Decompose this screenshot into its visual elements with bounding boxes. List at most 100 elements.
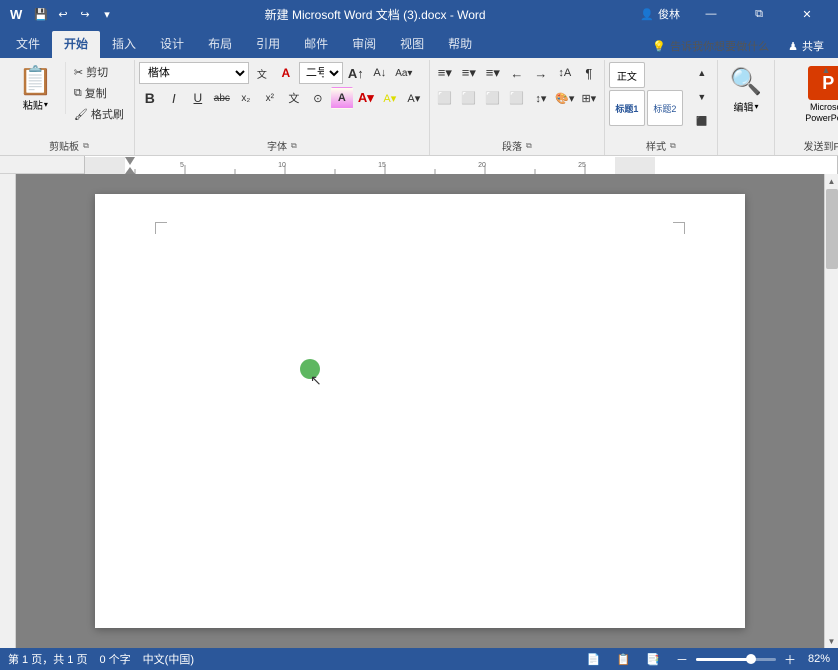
font-grow-icon[interactable]: A↑ bbox=[345, 62, 367, 84]
zoom-handle[interactable] bbox=[746, 654, 756, 664]
redo-qa-btn[interactable]: ↪ bbox=[76, 5, 94, 23]
restore-button[interactable]: ⧉ bbox=[736, 0, 782, 28]
editing-group: 🔍 编辑 ▾ bbox=[718, 60, 775, 155]
tab-design[interactable]: 设计 bbox=[148, 31, 196, 58]
align-right-button[interactable]: ⬜ bbox=[482, 87, 504, 109]
subscript-button[interactable]: x₂ bbox=[235, 87, 257, 109]
italic-button[interactable]: I bbox=[163, 87, 185, 109]
undo-qa-btn[interactable]: ↩ bbox=[54, 5, 72, 23]
scroll-track[interactable] bbox=[825, 188, 838, 634]
tab-home[interactable]: 开始 bbox=[52, 31, 100, 58]
font-clear-icon[interactable]: 文 bbox=[251, 62, 273, 84]
save-qa-btn[interactable]: 💾 bbox=[32, 5, 50, 23]
font-expand-icon[interactable]: ⧉ bbox=[291, 141, 297, 151]
tab-insert[interactable]: 插入 bbox=[100, 31, 148, 58]
user-name: 俊林 bbox=[658, 6, 680, 22]
copy-button[interactable]: ⧉ 复制 bbox=[70, 83, 128, 103]
styles-down-icon[interactable]: ▼ bbox=[691, 86, 713, 108]
show-marks-button[interactable]: ¶ bbox=[578, 62, 600, 84]
underline-button[interactable]: U bbox=[187, 87, 209, 109]
tab-layout[interactable]: 布局 bbox=[196, 31, 244, 58]
para-expand-icon[interactable]: ⧉ bbox=[526, 141, 532, 151]
svg-text:5: 5 bbox=[180, 162, 184, 169]
font-family-select[interactable]: 楷体 bbox=[139, 62, 249, 84]
superscript-button[interactable]: x² bbox=[259, 87, 281, 109]
scroll-down-button[interactable]: ▼ bbox=[825, 634, 838, 648]
styles-expand-icon[interactable]: ⧉ bbox=[670, 141, 676, 151]
style-heading1[interactable]: 标题1 bbox=[609, 90, 645, 126]
document-page[interactable]: ↖ bbox=[95, 194, 745, 628]
scroll-thumb[interactable] bbox=[826, 189, 838, 269]
tab-mailings[interactable]: 邮件 bbox=[292, 31, 340, 58]
shading-button[interactable]: A▾ bbox=[403, 87, 425, 109]
paste-button[interactable]: 📋 粘贴 ▾ bbox=[10, 62, 61, 114]
align-left-button[interactable]: ⬜ bbox=[434, 87, 456, 109]
ppt-group-label-text: 发送到PPT bbox=[803, 138, 838, 153]
tell-me-box[interactable]: 💡 告诉我你想要做什么 bbox=[643, 35, 778, 57]
view-web-button[interactable]: 📋 bbox=[613, 653, 635, 666]
tab-references[interactable]: 引用 bbox=[244, 31, 292, 58]
borders-button[interactable]: ⊞▾ bbox=[578, 87, 600, 109]
strikethrough-button[interactable]: abc bbox=[211, 87, 233, 109]
user-button[interactable]: 👤 俊林 bbox=[634, 6, 686, 22]
styles-gallery: 正文 标题1 标题2 bbox=[609, 62, 689, 126]
close-button[interactable]: ✕ bbox=[784, 0, 830, 28]
format-paint-button[interactable]: 🖌 格式刷 bbox=[70, 104, 128, 124]
zoom-track[interactable] bbox=[696, 658, 776, 661]
ribbon-collapse-icon[interactable]: ▲ bbox=[818, 62, 834, 78]
multilevel-button[interactable]: ≡▾ bbox=[482, 62, 504, 84]
scroll-up-button[interactable]: ▲ bbox=[825, 174, 838, 188]
phonetic-button[interactable]: 文 bbox=[283, 87, 305, 109]
font-shrink-icon[interactable]: A↓ bbox=[369, 62, 391, 84]
document-area[interactable]: ↖ bbox=[16, 174, 824, 648]
tab-help[interactable]: 帮助 bbox=[436, 31, 484, 58]
ruler-svg: 5 10 15 20 25 bbox=[85, 157, 655, 174]
line-spacing-button[interactable]: ↕▾ bbox=[530, 87, 552, 109]
decrease-indent-button[interactable]: ← bbox=[506, 62, 528, 84]
editing-button[interactable]: 🔍 编辑 ▾ bbox=[722, 62, 770, 118]
share-button[interactable]: ♟ 共享 bbox=[778, 34, 834, 58]
customize-qa-btn[interactable]: ▾ bbox=[98, 5, 116, 23]
justify-button[interactable]: ⬜ bbox=[506, 87, 528, 109]
title-bar-left: W 💾 ↩ ↪ ▾ bbox=[8, 5, 116, 23]
encircle-button[interactable]: ⊙ bbox=[307, 87, 329, 109]
view-read-button[interactable]: 📑 bbox=[642, 653, 664, 666]
page-corner-tl bbox=[155, 222, 167, 234]
zoom-in-button[interactable]: ＋ bbox=[780, 651, 800, 668]
styles-up-icon[interactable]: ▲ bbox=[691, 62, 713, 84]
sort-button[interactable]: ↕A bbox=[554, 62, 576, 84]
text-highlight-button[interactable]: A▾ bbox=[379, 87, 401, 109]
font-size-select[interactable]: 二号 bbox=[299, 62, 343, 84]
tab-file[interactable]: 文件 bbox=[4, 31, 52, 58]
style-heading2[interactable]: 标题2 bbox=[647, 90, 683, 126]
shade-button[interactable]: 🎨▾ bbox=[554, 87, 576, 109]
font-clearformat-icon[interactable]: A bbox=[275, 62, 297, 84]
highlight-button[interactable]: A bbox=[331, 87, 353, 109]
increase-indent-button[interactable]: → bbox=[530, 62, 552, 84]
cut-label: 剪切 bbox=[86, 64, 108, 80]
tab-view[interactable]: 视图 bbox=[388, 31, 436, 58]
view-print-button[interactable]: 📄 bbox=[583, 653, 605, 666]
align-center-button[interactable]: ⬜ bbox=[458, 87, 480, 109]
clipboard-expand-icon[interactable]: ⧉ bbox=[83, 141, 89, 151]
bullets-button[interactable]: ≡▾ bbox=[434, 62, 456, 84]
share-icon: ♟ bbox=[788, 40, 798, 53]
font-row-1: 楷体 文 A 二号 A↑ A↓ Aa▾ bbox=[139, 62, 415, 84]
numbering-button[interactable]: ≡▾ bbox=[458, 62, 480, 84]
ribbon-tabs: 文件 开始 插入 设计 布局 引用 邮件 审阅 视图 帮助 💡 告诉我你想要做什… bbox=[0, 28, 838, 58]
window-title: 新建 Microsoft Word 文档 (3).docx - Word bbox=[116, 6, 634, 23]
styles-more-icon[interactable]: ⬛ bbox=[691, 110, 713, 132]
clipboard-group: 📋 粘贴 ▾ ✂ 剪切 ⧉ 复制 🖌 格式刷 bbox=[4, 60, 135, 155]
font-case-icon[interactable]: Aa▾ bbox=[393, 62, 415, 84]
tab-review[interactable]: 审阅 bbox=[340, 31, 388, 58]
zoom-level[interactable]: 82% bbox=[808, 653, 830, 665]
bold-button[interactable]: B bbox=[139, 87, 161, 109]
clipboard-label-text: 剪贴板 bbox=[49, 138, 79, 153]
clipboard-content: 📋 粘贴 ▾ ✂ 剪切 ⧉ 复制 🖌 格式刷 bbox=[10, 62, 128, 136]
vertical-scrollbar[interactable]: ▲ ▼ bbox=[824, 174, 838, 648]
cut-button[interactable]: ✂ 剪切 bbox=[70, 62, 128, 82]
font-color-button[interactable]: A▾ bbox=[355, 87, 377, 109]
minimize-button[interactable]: — bbox=[688, 0, 734, 28]
style-normal[interactable]: 正文 bbox=[609, 62, 645, 88]
zoom-out-button[interactable]: － bbox=[672, 651, 692, 668]
